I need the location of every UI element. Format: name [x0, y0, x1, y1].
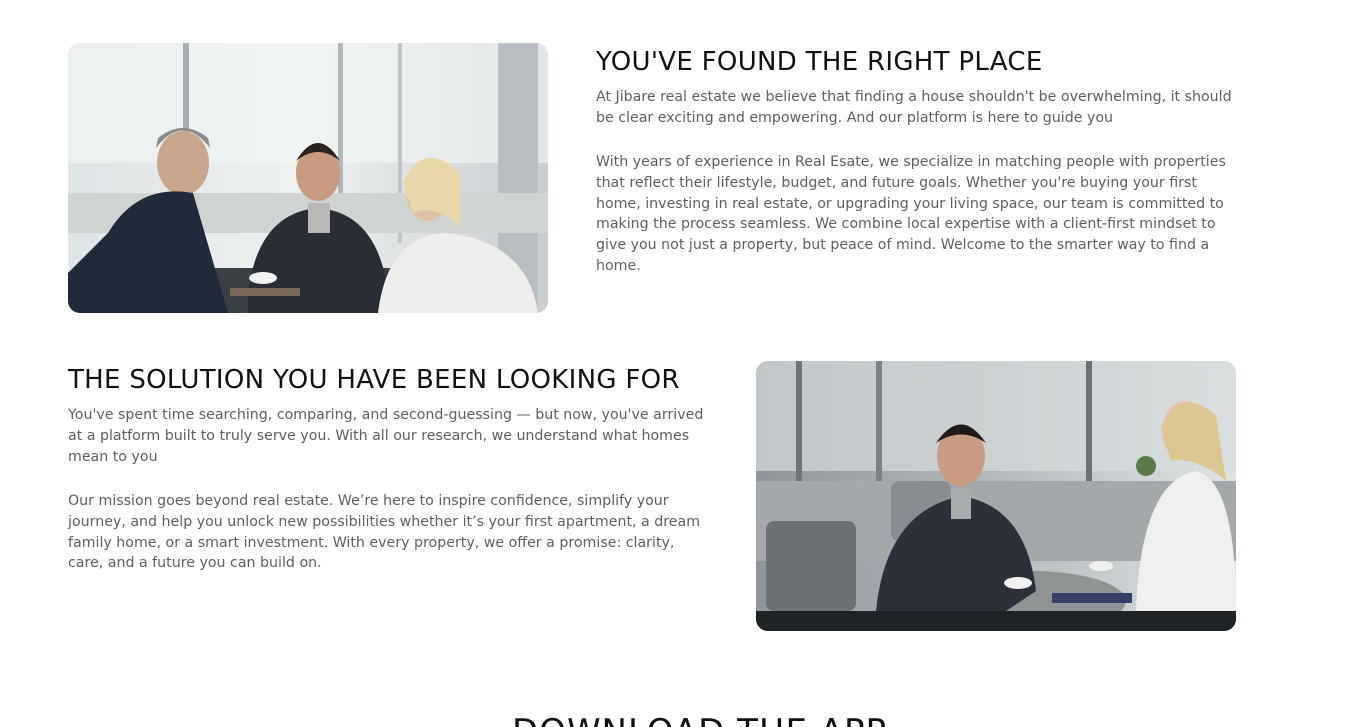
- consultation-photo: [756, 361, 1236, 631]
- download-app-title: DOWNLOAD THE APP: [512, 712, 887, 727]
- meeting-photo: [68, 43, 548, 313]
- section-body-right-place: With years of experience in Real Esate, …: [596, 154, 1226, 274]
- page: YOU'VE FOUND THE RIGHT PLACE At Jibare r…: [0, 0, 1365, 727]
- section-title-solution: THE SOLUTION YOU HAVE BEEN LOOKING FOR: [68, 365, 680, 395]
- section-intro-solution: You've spent time searching, comparing, …: [68, 407, 704, 465]
- section-body-solution: Our mission goes beyond real estate. We’…: [68, 493, 701, 572]
- section-intro-right-place: At Jibare real estate we believe that fi…: [596, 89, 1232, 126]
- section-title-right-place: YOU'VE FOUND THE RIGHT PLACE: [596, 47, 1043, 77]
